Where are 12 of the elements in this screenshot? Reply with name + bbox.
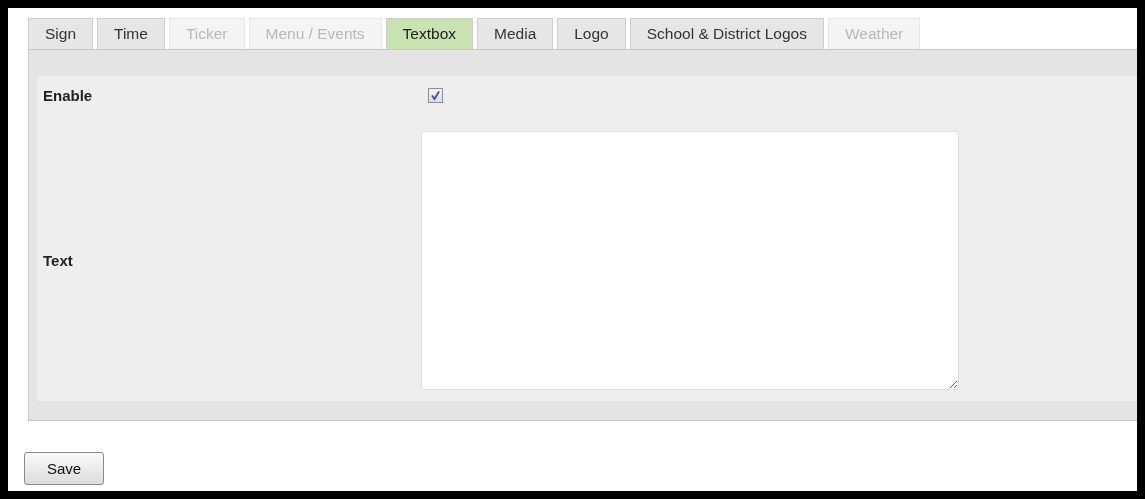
tab[interactable]: Media xyxy=(477,18,554,49)
tab[interactable]: Textbox xyxy=(385,18,474,49)
text-field[interactable] xyxy=(421,131,959,390)
enable-label: Enable xyxy=(43,86,94,104)
save-button[interactable]: Save xyxy=(24,452,104,485)
text-label: Text xyxy=(43,252,74,269)
tab[interactable]: School & District Logos xyxy=(629,18,824,49)
enable-checkbox[interactable] xyxy=(428,87,443,103)
tab[interactable]: Sign xyxy=(28,18,94,49)
check-icon xyxy=(430,89,441,101)
tab[interactable]: Time xyxy=(97,18,165,49)
tab[interactable]: Logo xyxy=(557,18,626,49)
